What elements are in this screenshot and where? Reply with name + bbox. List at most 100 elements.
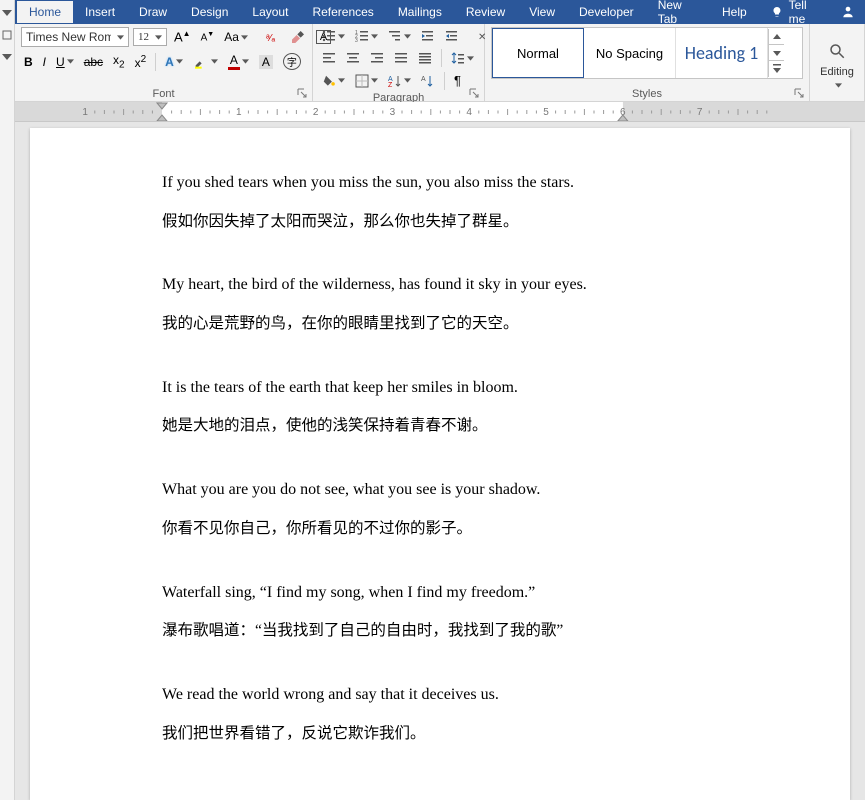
style-no-spacing[interactable]: No Spacing xyxy=(584,28,676,78)
line-spacing-button[interactable] xyxy=(448,49,477,67)
borders-button[interactable] xyxy=(352,72,381,90)
tab-view[interactable]: View xyxy=(517,1,567,23)
shrink-font-button[interactable]: A▼ xyxy=(198,29,218,45)
gallery-more-button[interactable] xyxy=(769,61,784,77)
justify-button[interactable] xyxy=(391,49,411,67)
tab-design[interactable]: Design xyxy=(179,1,240,23)
document-page[interactable]: If you shed tears when you miss the sun,… xyxy=(30,128,850,800)
chevron-down-icon xyxy=(176,58,183,65)
highlight-button[interactable] xyxy=(190,52,221,72)
tab-insert[interactable]: Insert xyxy=(73,1,127,23)
styles-dialog-launcher[interactable] xyxy=(794,88,805,99)
find-button[interactable] xyxy=(825,40,849,62)
snap-grid-button[interactable]: A xyxy=(418,72,438,90)
lightbulb-icon xyxy=(771,5,783,19)
ribbon-tabs: Home Insert Draw Design Layout Reference… xyxy=(15,0,865,24)
align-center-button[interactable] xyxy=(343,49,363,67)
tab-developer[interactable]: Developer xyxy=(567,1,646,23)
underline-button[interactable]: U xyxy=(53,53,77,71)
svg-text:2: 2 xyxy=(313,107,319,118)
qat-button-3[interactable] xyxy=(0,50,15,64)
enclose-char-button[interactable]: 字 xyxy=(280,51,304,72)
bold-button[interactable]: B xyxy=(21,53,36,71)
align-right-icon xyxy=(370,51,384,65)
numbering-button[interactable]: 123 xyxy=(352,27,381,45)
font-name-combo[interactable]: Times New Roma xyxy=(21,27,129,47)
show-marks-button[interactable]: ¶ xyxy=(451,71,464,90)
horizontal-ruler[interactable]: 11234567 xyxy=(15,102,865,122)
share-button[interactable] xyxy=(833,1,863,23)
paragraph[interactable]: 假如你因失掉了太阳而哭泣，那么你也失掉了群星。 xyxy=(162,210,750,235)
paragraph[interactable]: It is the tears of the earth that keep h… xyxy=(162,375,750,401)
multilevel-icon xyxy=(388,29,402,43)
eraser-icon xyxy=(290,29,306,45)
font-color-button[interactable]: A xyxy=(225,51,252,72)
grow-font-button[interactable]: A▲ xyxy=(171,27,194,46)
blank-line[interactable] xyxy=(162,556,750,580)
paragraph[interactable]: We read the world wrong and say that it … xyxy=(162,682,750,708)
paragraph[interactable]: 我们把世界看错了，反说它欺诈我们。 xyxy=(162,722,750,747)
paragraph[interactable]: What you are you do not see, what you se… xyxy=(162,477,750,503)
chevron-down-icon xyxy=(338,77,345,84)
paragraph[interactable]: My heart, the bird of the wilderness, ha… xyxy=(162,272,750,298)
text-effects-button[interactable]: A xyxy=(162,53,186,71)
blank-line[interactable] xyxy=(162,351,750,375)
distribute-button[interactable] xyxy=(415,49,435,67)
tell-me-search[interactable]: Tell me xyxy=(759,0,833,26)
gallery-down-button[interactable] xyxy=(769,45,784,61)
paragraph-dialog-launcher[interactable] xyxy=(469,88,480,99)
separator xyxy=(155,53,156,71)
align-left-icon xyxy=(322,51,336,65)
align-right-button[interactable] xyxy=(367,49,387,67)
style-label: Heading 1 xyxy=(685,42,759,64)
gallery-up-button[interactable] xyxy=(769,29,784,45)
multilevel-list-button[interactable] xyxy=(385,27,414,45)
sort-button[interactable]: AZ xyxy=(385,72,414,90)
font-size-combo[interactable]: 12 xyxy=(133,28,167,46)
phonetic-guide-button[interactable]: ᵃ⁄ₐ xyxy=(263,28,283,46)
page-body[interactable]: If you shed tears when you miss the sun,… xyxy=(30,170,750,746)
ribbon: Times New Roma 12 A▲ A▼ Aa ᵃ⁄ₐ A B I U xyxy=(15,24,865,102)
paragraph[interactable]: 瀑布歌唱道：“当我找到了自己的自由时，我找到了我的歌” xyxy=(162,619,750,644)
increase-indent-button[interactable] xyxy=(442,27,462,45)
tab-help[interactable]: Help xyxy=(710,1,759,23)
italic-button[interactable]: I xyxy=(40,53,49,71)
tab-review[interactable]: Review xyxy=(454,1,517,23)
tab-home[interactable]: Home xyxy=(17,1,73,23)
change-case-button[interactable]: Aa xyxy=(221,28,251,46)
paragraph[interactable]: Waterfall sing, “I find my song, when I … xyxy=(162,580,750,606)
paragraph[interactable]: 你看不见你自己，你所看见的不过你的影子。 xyxy=(162,517,750,542)
paragraph[interactable]: 我的心是荒野的鸟，在你的眼睛里找到了它的天空。 xyxy=(162,312,750,337)
chevron-down-icon xyxy=(211,58,218,65)
tab-mailings[interactable]: Mailings xyxy=(386,1,454,23)
bullets-button[interactable] xyxy=(319,27,348,45)
strikethrough-button[interactable]: abc xyxy=(81,53,106,71)
style-normal[interactable]: Normal xyxy=(492,28,584,78)
align-left-button[interactable] xyxy=(319,49,339,67)
svg-text:3: 3 xyxy=(355,38,358,43)
blank-line[interactable] xyxy=(162,658,750,682)
superscript-button[interactable]: x2 xyxy=(132,52,150,72)
blank-line[interactable] xyxy=(162,453,750,477)
tab-references[interactable]: References xyxy=(300,1,385,23)
gallery-scroll xyxy=(768,29,784,77)
search-icon xyxy=(828,42,846,60)
shading-button[interactable] xyxy=(319,72,348,90)
paragraph[interactable]: 她是大地的泪点，使他的浅笑保持着青春不谢。 xyxy=(162,414,750,439)
blank-line[interactable] xyxy=(162,248,750,272)
paragraph[interactable]: If you shed tears when you miss the sun,… xyxy=(162,170,750,196)
decrease-indent-button[interactable] xyxy=(418,27,438,45)
style-heading-1[interactable]: Heading 1 xyxy=(676,28,768,78)
chevron-down-icon xyxy=(241,34,248,41)
chevron-down-icon xyxy=(117,34,124,41)
font-dialog-launcher[interactable] xyxy=(297,88,308,99)
subscript-button[interactable]: x2 xyxy=(110,51,128,72)
tab-draw[interactable]: Draw xyxy=(127,1,179,23)
qat-button-1[interactable] xyxy=(0,6,15,20)
clear-format-button[interactable] xyxy=(287,27,309,47)
qat-button-2[interactable] xyxy=(0,28,15,42)
highlight-icon xyxy=(193,54,209,70)
tab-layout[interactable]: Layout xyxy=(240,1,300,23)
svg-text:4: 4 xyxy=(466,107,472,118)
char-shading-button[interactable]: A xyxy=(256,53,276,71)
